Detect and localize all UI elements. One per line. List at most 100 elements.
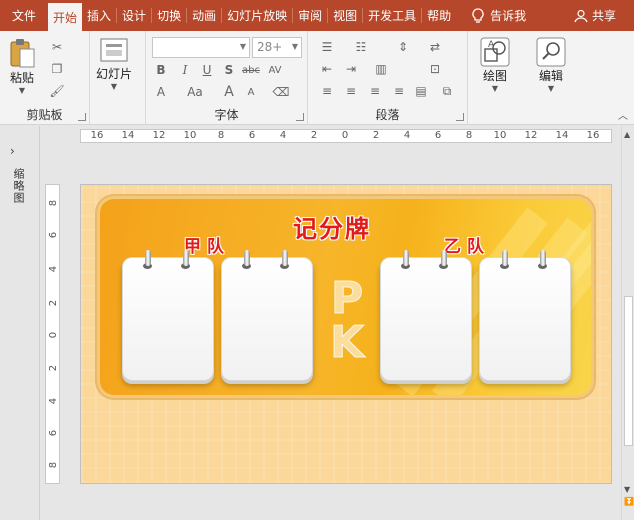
- copy-icon[interactable]: ❐: [48, 61, 66, 77]
- tab-help[interactable]: 帮助: [422, 0, 456, 31]
- ring-icon: [403, 250, 409, 266]
- collapse-ribbon-icon[interactable]: ︿: [618, 107, 628, 122]
- tab-developer[interactable]: 开发工具: [363, 0, 421, 31]
- ruler-number: 4: [279, 130, 287, 141]
- paste-button[interactable]: 粘贴 ▼: [8, 37, 36, 95]
- slide-canvas[interactable]: 记分牌 甲队 乙队 P K: [80, 184, 612, 484]
- change-case-button[interactable]: Aa: [184, 84, 206, 100]
- chevron-down-icon: ▼: [547, 84, 555, 93]
- font-size-value: 28+: [257, 40, 283, 54]
- strikethrough-button[interactable]: abc: [240, 62, 262, 78]
- clipboard-group-label: 剪贴板: [26, 108, 63, 122]
- align-left-icon[interactable]: ≡: [318, 83, 336, 99]
- shrink-font-button[interactable]: A: [242, 84, 260, 100]
- next-slide-icon[interactable]: ⏬: [624, 497, 634, 506]
- italic-button[interactable]: I: [176, 62, 194, 78]
- text-direction-icon[interactable]: ⇄: [426, 39, 444, 55]
- character-spacing-button[interactable]: AV: [264, 62, 286, 78]
- tab-home[interactable]: 开始: [48, 3, 83, 31]
- bold-button[interactable]: B: [152, 62, 170, 78]
- paragraph-group-label: 段落: [375, 108, 400, 122]
- align-right-icon[interactable]: ≡: [366, 83, 384, 99]
- ruler-number: 4: [48, 397, 59, 405]
- thumbnail-pane: › 缩略图: [0, 126, 40, 520]
- paste-icon: [10, 39, 35, 68]
- scroll-down-icon[interactable]: ▼: [624, 485, 630, 494]
- tab-file[interactable]: 文件: [0, 0, 48, 31]
- line-spacing-icon[interactable]: ⇕: [394, 39, 412, 55]
- team-b-label[interactable]: 乙队: [444, 232, 490, 257]
- text-shadow-button[interactable]: S: [220, 62, 238, 78]
- tell-me-label: 告诉我: [490, 9, 527, 23]
- team-a-label[interactable]: 甲队: [184, 232, 230, 257]
- scoreboard-background[interactable]: 记分牌 甲队 乙队 P K: [100, 199, 591, 395]
- clipboard-group: 粘贴 ▼ ✂ ❐ 🖌 剪贴板: [0, 31, 90, 125]
- horizontal-ruler[interactable]: 16 14 12 10 8 6 4 2 0 2 4 6 8 10 12 14 1…: [80, 129, 612, 143]
- numbering-icon[interactable]: ☷: [352, 39, 370, 55]
- tab-review[interactable]: 审阅: [293, 0, 327, 31]
- scroll-up-icon[interactable]: ▲: [624, 130, 630, 139]
- chevron-down-icon: ▼: [491, 84, 499, 93]
- font-group-label: 字体: [214, 108, 239, 122]
- justify-icon[interactable]: ≡: [390, 83, 408, 99]
- cut-icon[interactable]: ✂: [48, 39, 66, 55]
- ruler-number: 8: [217, 130, 225, 141]
- vertical-scrollbar[interactable]: ▲ ▼ ⏬: [621, 126, 634, 520]
- paste-label: 粘贴: [9, 71, 34, 85]
- tab-slideshow[interactable]: 幻灯片放映: [222, 0, 292, 31]
- columns-icon[interactable]: ▥: [372, 61, 390, 77]
- vertical-ruler[interactable]: 8 6 4 2 0 2 4 6 8: [45, 184, 60, 484]
- expand-pane-icon[interactable]: ›: [10, 144, 15, 158]
- score-card[interactable]: [221, 250, 313, 381]
- editing-group: 编辑 ▼: [526, 31, 580, 125]
- ruler-number: 0: [48, 331, 59, 339]
- ribbon: 粘贴 ▼ ✂ ❐ 🖌 剪贴板 幻灯片 ▼ ▼ 28+ ▼ B I U S abc…: [0, 31, 634, 125]
- ring-icon: [282, 250, 288, 266]
- pk-letter-p: P: [330, 273, 364, 324]
- underline-button[interactable]: U: [198, 62, 216, 78]
- dialog-launcher-icon[interactable]: [296, 113, 304, 121]
- ruler-number: 10: [183, 130, 197, 141]
- align-center-icon[interactable]: ≡: [342, 83, 360, 99]
- chevron-down-icon: ▼: [18, 86, 26, 95]
- increase-indent-icon[interactable]: ⇥: [342, 61, 360, 77]
- font-size-combo[interactable]: 28+ ▼: [252, 37, 302, 58]
- distribute-icon[interactable]: ▤: [412, 83, 430, 99]
- tab-animations[interactable]: 动画: [187, 0, 221, 31]
- chevron-down-icon: ▼: [291, 42, 298, 51]
- ring-icon: [540, 250, 546, 266]
- tab-design[interactable]: 设计: [117, 0, 151, 31]
- editing-button[interactable]: 编辑 ▼: [536, 37, 566, 93]
- grow-font-button[interactable]: A: [220, 84, 238, 100]
- score-card[interactable]: [479, 250, 571, 381]
- score-card[interactable]: [380, 250, 472, 381]
- tab-insert[interactable]: 插入: [82, 0, 116, 31]
- format-painter-icon[interactable]: 🖌: [48, 83, 66, 99]
- font-group: ▼ 28+ ▼ B I U S abc AV A Aa A A ⌫ 字体: [146, 31, 308, 125]
- chevron-down-icon: ▼: [239, 42, 246, 51]
- smartart-icon[interactable]: ⧉: [438, 83, 456, 99]
- share-button[interactable]: 共享: [574, 0, 616, 31]
- dialog-launcher-icon[interactable]: [456, 113, 464, 121]
- dialog-launcher-icon[interactable]: [78, 113, 86, 121]
- ruler-number: 6: [48, 429, 59, 437]
- drawing-button[interactable]: A 绘图 ▼: [480, 37, 510, 93]
- clear-format-icon[interactable]: ⌫: [272, 84, 290, 100]
- chevron-down-icon: ▼: [110, 82, 118, 91]
- font-color-button[interactable]: A: [152, 84, 170, 100]
- ring-icon: [441, 250, 447, 266]
- ruler-number: 2: [48, 364, 59, 372]
- new-slide-button[interactable]: 幻灯片 ▼: [96, 37, 132, 91]
- score-card[interactable]: [122, 250, 214, 381]
- pk-text[interactable]: P K: [322, 273, 372, 365]
- tell-me-box[interactable]: 告诉我: [472, 0, 526, 31]
- scoreboard-title[interactable]: 记分牌: [293, 209, 371, 244]
- tab-transitions[interactable]: 切换: [152, 0, 186, 31]
- bullets-icon[interactable]: ☰: [318, 39, 336, 55]
- tab-view[interactable]: 视图: [328, 0, 362, 31]
- align-text-icon[interactable]: ⊡: [426, 61, 444, 77]
- scrollbar-thumb[interactable]: [624, 296, 633, 446]
- font-name-combo[interactable]: ▼: [152, 37, 250, 58]
- decrease-indent-icon[interactable]: ⇤: [318, 61, 336, 77]
- new-slide-label: 幻灯片: [96, 67, 133, 81]
